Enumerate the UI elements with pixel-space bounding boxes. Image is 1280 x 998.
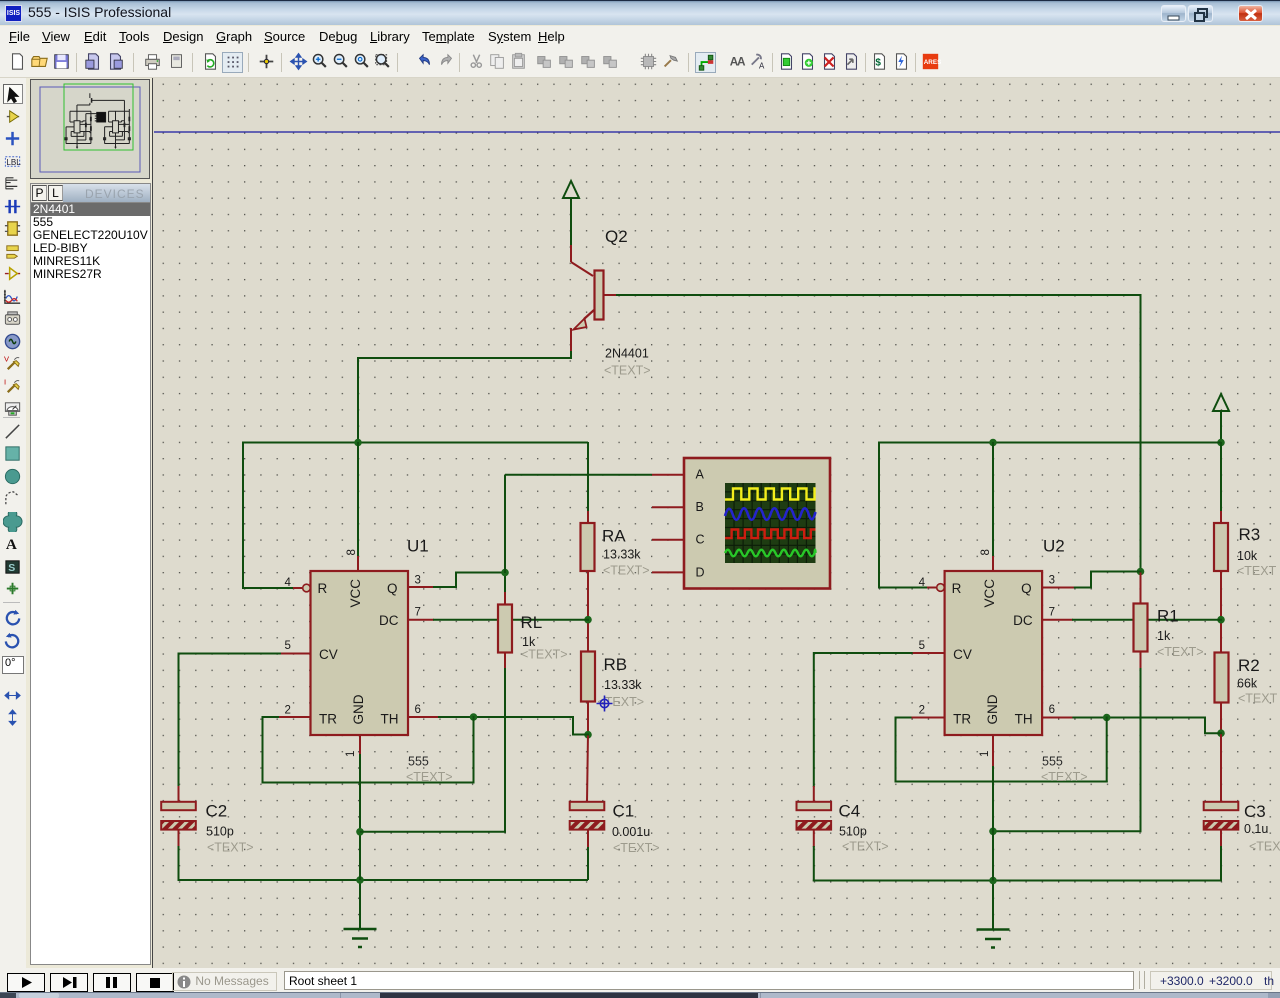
svg-text:555: 555 <box>1042 755 1063 769</box>
svg-text:5: 5 <box>919 640 925 652</box>
svg-text:TH: TH <box>1015 712 1033 727</box>
svg-text:2: 2 <box>919 705 925 717</box>
svg-text:13.33k: 13.33k <box>604 678 642 692</box>
svg-text:7: 7 <box>415 607 421 619</box>
svg-text:C1: C1 <box>613 802 635 821</box>
svg-text:66k: 66k <box>1237 677 1258 691</box>
svg-text:I: I <box>4 377 6 386</box>
svg-text:U1: U1 <box>407 537 429 556</box>
svg-text:<TEXT>: <TEXT> <box>1041 770 1088 784</box>
svg-text:1k: 1k <box>1157 629 1171 643</box>
svg-text:RL: RL <box>521 613 543 632</box>
svg-text:RA: RA <box>602 527 626 546</box>
svg-text:10k: 10k <box>1237 549 1258 563</box>
svg-text:VCC: VCC <box>982 579 997 608</box>
svg-text:555: 555 <box>408 755 429 769</box>
svg-text:1: 1 <box>345 751 357 757</box>
svg-text:CV: CV <box>953 647 972 662</box>
svg-text:Q: Q <box>1021 581 1032 596</box>
svg-text:2: 2 <box>285 705 291 717</box>
svg-text:Q: Q <box>387 581 398 596</box>
svg-text:B: B <box>696 500 704 514</box>
svg-text:TR: TR <box>953 712 971 727</box>
svg-text:GND: GND <box>351 694 366 724</box>
svg-text:Q2: Q2 <box>605 227 628 246</box>
svg-text:3: 3 <box>415 575 421 587</box>
svg-text:<TEX: <TEX <box>1249 840 1280 854</box>
svg-text:<TEXT>: <TEXT> <box>603 564 650 578</box>
svg-text:C4: C4 <box>839 802 861 821</box>
svg-text:4: 4 <box>919 577 926 589</box>
svg-text:R2: R2 <box>1238 656 1260 675</box>
svg-text:RB: RB <box>604 655 628 674</box>
svg-text:R1: R1 <box>1157 607 1179 626</box>
svg-text:A: A <box>696 468 705 482</box>
svg-text:6: 6 <box>415 704 421 716</box>
svg-text:S: S <box>8 562 15 573</box>
svg-text:CV: CV <box>319 647 338 662</box>
svg-text:C3: C3 <box>1244 802 1266 821</box>
svg-text:6: 6 <box>1049 704 1055 716</box>
svg-text:<TEXT>: <TEXT> <box>613 841 660 855</box>
svg-text:U2: U2 <box>1043 537 1065 556</box>
svg-text:7: 7 <box>1049 607 1055 619</box>
svg-text:GND: GND <box>985 694 1000 724</box>
svg-text:ARES: ARES <box>924 59 941 66</box>
svg-text:<TEXT>: <TEXT> <box>207 841 254 855</box>
svg-text:R: R <box>952 581 962 596</box>
svg-text:DC: DC <box>1013 613 1033 628</box>
svg-text:8: 8 <box>980 549 992 555</box>
svg-text:A: A <box>759 61 765 70</box>
svg-text:TR: TR <box>319 712 337 727</box>
svg-text:$: $ <box>875 58 881 69</box>
svg-text:TH: TH <box>381 712 399 727</box>
svg-text:<TEXT>: <TEXT> <box>406 770 453 784</box>
svg-text:A: A <box>737 56 746 69</box>
svg-text:13.33k: 13.33k <box>603 548 641 562</box>
svg-text:3: 3 <box>1049 575 1055 587</box>
svg-text:510p: 510p <box>206 825 234 839</box>
svg-text:4: 4 <box>285 577 292 589</box>
svg-text:5: 5 <box>285 640 291 652</box>
svg-text:2N4401: 2N4401 <box>605 347 649 361</box>
svg-text:LBL: LBL <box>6 157 21 166</box>
svg-text:DC: DC <box>379 613 399 628</box>
svg-text:0.001u: 0.001u <box>612 825 650 839</box>
svg-text:8: 8 <box>346 549 358 555</box>
svg-text:A: A <box>6 536 17 553</box>
svg-text:R3: R3 <box>1239 525 1261 544</box>
svg-text:D: D <box>696 565 705 579</box>
svg-text:<TEXT>: <TEXT> <box>604 364 651 378</box>
svg-text:C2: C2 <box>206 802 228 821</box>
svg-text:1: 1 <box>979 751 991 757</box>
svg-text:R: R <box>318 581 328 596</box>
svg-text:<TEXT>: <TEXT> <box>842 840 889 854</box>
svg-text:V: V <box>4 355 10 364</box>
svg-text:C: C <box>696 533 705 547</box>
svg-text:510p: 510p <box>839 825 867 839</box>
svg-text:<TEXT>: <TEXT> <box>521 648 568 662</box>
svg-text:<TEXT: <TEXT <box>1237 564 1277 578</box>
svg-text:<TEXT: <TEXT <box>1238 692 1278 706</box>
svg-text:<TEXT>: <TEXT> <box>1157 645 1204 659</box>
svg-text:0.1u: 0.1u <box>1244 822 1268 836</box>
svg-text:VCC: VCC <box>348 579 363 608</box>
